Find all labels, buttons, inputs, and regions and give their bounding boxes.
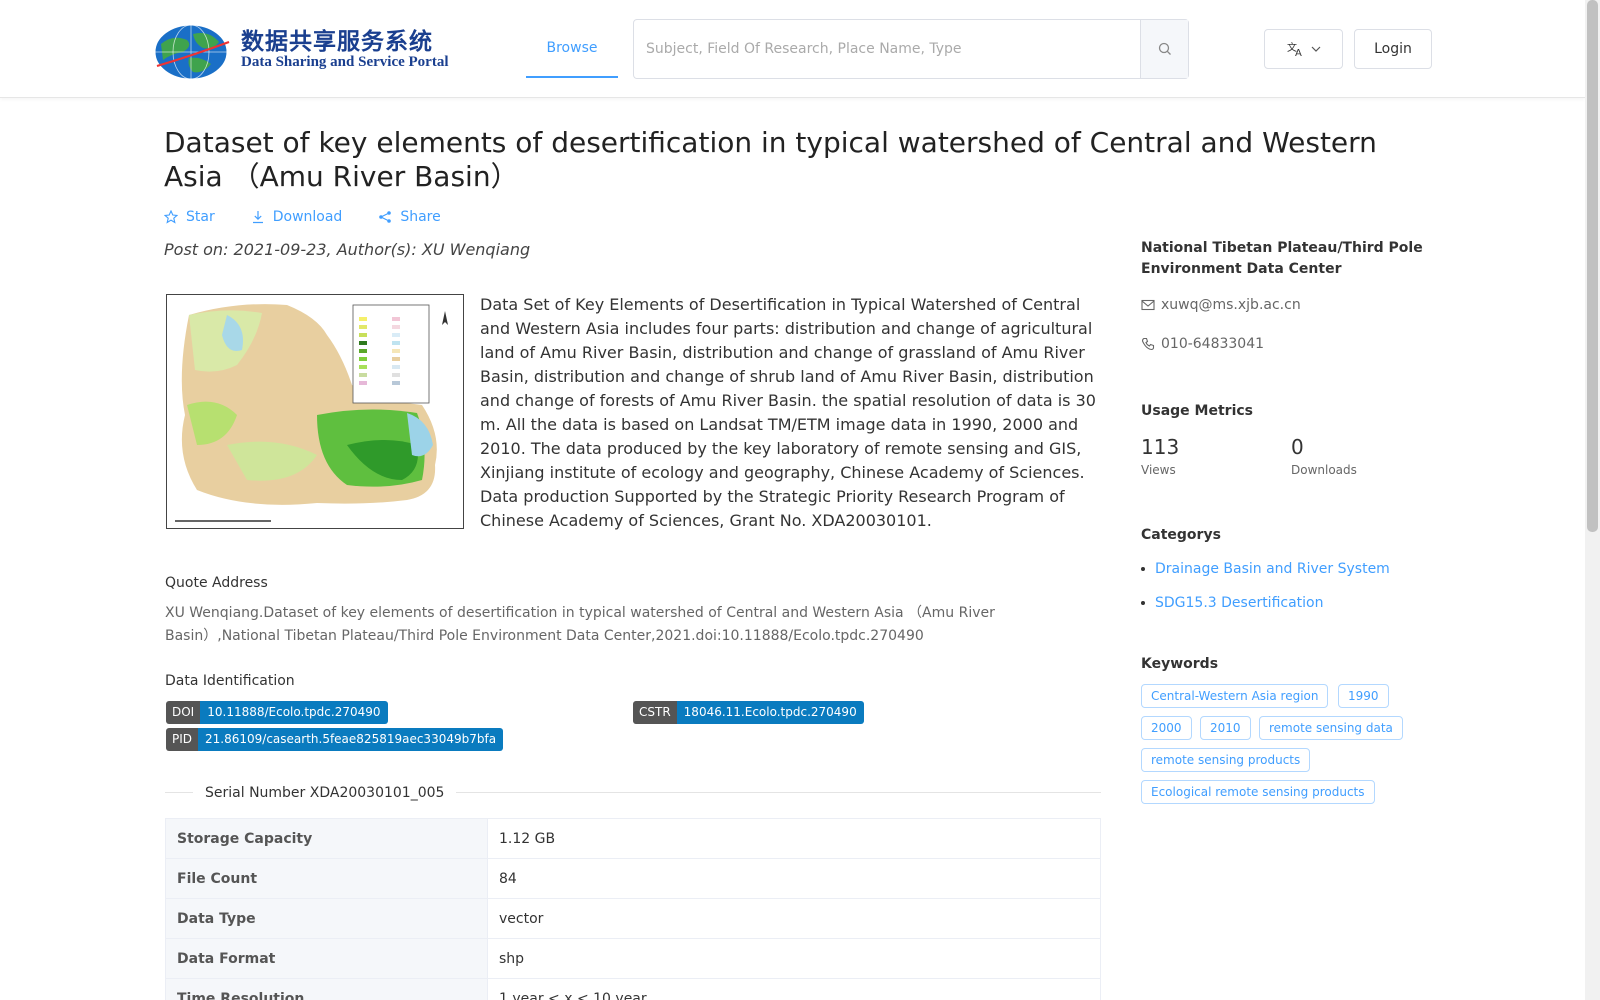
dataset-actions: Star Download Share	[164, 207, 477, 227]
downloads-count: 0	[1291, 435, 1304, 459]
map-image	[175, 304, 448, 522]
info-value: 84	[487, 858, 1101, 899]
doi-tag-value: 10.11888/Ecolo.tpdc.270490	[200, 701, 388, 724]
info-key: Data Type	[165, 898, 488, 939]
logo-english-text: Data Sharing and Service Portal	[241, 54, 449, 70]
translate-icon: 文 A	[1287, 41, 1302, 57]
info-key: Storage Capacity	[165, 818, 488, 859]
search-bar	[633, 19, 1189, 79]
info-value: shp	[487, 938, 1101, 979]
info-value: 1.12 GB	[487, 818, 1101, 859]
keyword-tag[interactable]: Ecological remote sensing products	[1141, 780, 1375, 804]
keyword-tag[interactable]: Central-Western Asia region	[1141, 684, 1329, 708]
keyword-tag[interactable]: 1990	[1338, 684, 1389, 708]
category-label: Drainage Basin and River System	[1155, 561, 1390, 577]
star-label: Star	[186, 209, 215, 225]
contact-email[interactable]: xuwq@ms.xjb.ac.cn	[1141, 297, 1301, 313]
cstr-tag[interactable]: CSTR 18046.11.Ecolo.tpdc.270490	[633, 701, 864, 724]
data-center-name: National Tibetan Plateau/Third Pole Envi…	[1141, 240, 1423, 277]
search-icon	[1158, 42, 1171, 55]
keywords-title: Keywords	[1141, 656, 1219, 672]
info-value: vector	[487, 898, 1101, 939]
share-label: Share	[400, 209, 441, 225]
star-icon	[164, 210, 178, 224]
table-row: Storage Capacity 1.12 GB	[165, 818, 1101, 859]
category-link[interactable]: Drainage Basin and River System	[1141, 561, 1390, 577]
keyword-tag[interactable]: remote sensing data	[1259, 716, 1403, 740]
share-button[interactable]: Share	[378, 207, 441, 227]
keyword-tag[interactable]: remote sensing products	[1141, 748, 1311, 772]
keyword-tag[interactable]: 2010	[1200, 716, 1251, 740]
table-row: File Count 84	[165, 858, 1101, 899]
post-date-author: Post on: 2021-09-23, Author(s): XU Wenqi…	[164, 240, 531, 259]
mail-icon	[1141, 299, 1155, 311]
serial-number: Serial Number XDA20030101_005	[193, 785, 457, 801]
downloads-label: Downloads	[1291, 463, 1357, 477]
download-label: Download	[272, 209, 343, 225]
globe-logo-icon	[154, 24, 230, 80]
cstr-tag-key: CSTR	[633, 701, 677, 724]
doi-tag-key: DOI	[166, 701, 201, 724]
dataset-thumbnail-map[interactable]	[166, 294, 464, 529]
scrollbar-thumb[interactable]	[1587, 0, 1598, 532]
bullet	[1141, 567, 1145, 571]
download-icon	[252, 211, 263, 224]
language-dropdown[interactable]: 文 A	[1264, 29, 1343, 69]
table-row: Data Type vector	[165, 898, 1101, 939]
search-button[interactable]	[1140, 20, 1188, 78]
logo-chinese-text: 数据共享服务系统	[241, 29, 433, 55]
bullet	[1141, 601, 1145, 605]
chevron-down-icon	[1311, 46, 1320, 52]
views-count: 113	[1141, 435, 1180, 459]
contact-phone: 010-64833041	[1141, 336, 1264, 352]
email-text: xuwq@ms.xjb.ac.cn	[1161, 297, 1301, 313]
pid-tag[interactable]: PID 21.86109/casearth.5feae825819aec3304…	[166, 728, 504, 751]
dataset-title: Dataset of key elements of desertificati…	[164, 126, 1377, 193]
top-header: 数据共享服务系统 Data Sharing and Service Portal…	[0, 0, 1585, 98]
category-link[interactable]: SDG15.3 Desertification	[1141, 595, 1324, 611]
info-value: 1 year < x < 10 year	[487, 978, 1101, 1000]
login-button[interactable]: Login	[1354, 29, 1432, 69]
nav-browse-tab[interactable]: Browse	[526, 20, 618, 78]
info-key: File Count	[165, 858, 488, 899]
keyword-tag[interactable]: 2000	[1141, 716, 1192, 740]
phone-text: 010-64833041	[1161, 336, 1265, 352]
info-key: Data Format	[165, 938, 488, 979]
dataset-info-table: Storage Capacity 1.12 GB File Count 84 D…	[165, 818, 1101, 1000]
search-input[interactable]	[634, 20, 1140, 78]
quote-address-label: Quote Address	[165, 575, 268, 591]
site-logo[interactable]: 数据共享服务系统 Data Sharing and Service Portal	[153, 20, 449, 80]
categories-title: Categorys	[1141, 527, 1221, 543]
pid-tag-key: PID	[166, 728, 199, 751]
dataset-description: Data Set of Key Elements of Desertificat…	[480, 295, 1096, 530]
data-identification-label: Data Identification	[165, 673, 295, 689]
phone-icon	[1141, 337, 1155, 351]
svg-text:A: A	[1295, 48, 1302, 57]
cstr-tag-value: 18046.11.Ecolo.tpdc.270490	[676, 701, 864, 724]
table-row: Time Resolution 1 year < x < 10 year	[165, 978, 1101, 1000]
views-label: Views	[1141, 463, 1176, 477]
info-key: Time Resolution	[165, 978, 488, 1000]
pid-tag-value: 21.86109/casearth.5feae825819aec33049b7b…	[198, 728, 504, 751]
category-label: SDG15.3 Desertification	[1155, 595, 1324, 611]
quote-address-text: XU Wenqiang.Dataset of key elements of d…	[165, 605, 995, 644]
share-icon	[379, 211, 392, 223]
table-row: Data Format shp	[165, 938, 1101, 979]
download-button[interactable]: Download	[251, 207, 343, 227]
page-scrollbar[interactable]	[1585, 0, 1600, 1000]
usage-metrics-title: Usage Metrics	[1141, 403, 1253, 419]
doi-tag[interactable]: DOI 10.11888/Ecolo.tpdc.270490	[166, 701, 388, 724]
star-button[interactable]: Star	[164, 207, 215, 227]
